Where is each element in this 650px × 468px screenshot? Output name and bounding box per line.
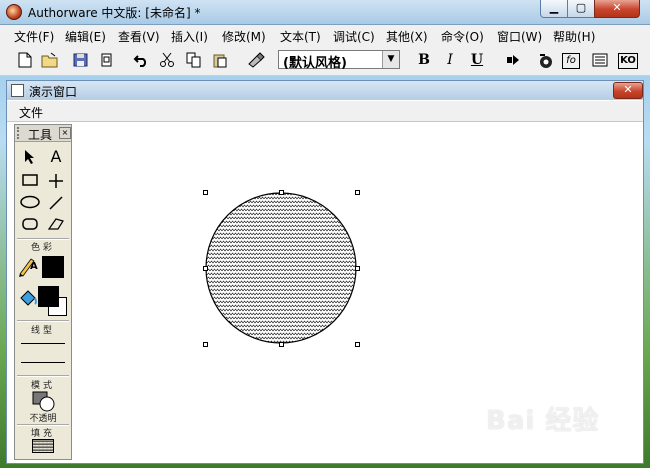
- chevron-down-icon[interactable]: ▼: [382, 51, 399, 68]
- fill-pattern-swatch[interactable]: [32, 439, 54, 453]
- presentation-title-bar: 演示窗口 ✕: [7, 81, 643, 100]
- polygon-tool[interactable]: [44, 215, 68, 235]
- find-icon[interactable]: [246, 50, 266, 70]
- window-title: Authorware 中文版: [未命名] *: [28, 6, 201, 20]
- undo-icon[interactable]: [131, 50, 151, 70]
- save-all-icon[interactable]: [71, 50, 91, 70]
- menu-bar: 文件(F) 编辑(E) 查看(V) 插入(I) 修改(M) 文本(T) 调试(C…: [0, 25, 650, 45]
- presentation-menu-file[interactable]: 文件: [19, 104, 43, 121]
- tools-palette: 工具 × A 色彩 A 线型 模式 不透明 填充: [14, 124, 72, 460]
- presentation-window-icon: [11, 84, 24, 97]
- divider: [17, 375, 69, 377]
- text-color-label: A: [30, 261, 38, 272]
- presentation-title: 演示窗口: [29, 85, 78, 99]
- watermark-logo: Bai 经验: [486, 406, 600, 436]
- text-style-dropdown[interactable]: (默认风格) ▼: [278, 50, 400, 71]
- variables-icon[interactable]: [590, 50, 610, 70]
- menu-other[interactable]: 其他(X): [386, 28, 428, 45]
- new-file-icon[interactable]: [15, 50, 35, 70]
- fill-bucket-icon[interactable]: [16, 286, 40, 306]
- line-section-label: 线型: [30, 326, 55, 336]
- diagonal-line-tool[interactable]: [44, 193, 68, 213]
- pointer-tool[interactable]: [18, 147, 42, 167]
- resize-handle-bottom-left[interactable]: [203, 342, 208, 347]
- text-tool[interactable]: A: [44, 147, 68, 167]
- resize-handle-top-right[interactable]: [355, 190, 360, 195]
- tools-title: 工具: [28, 128, 53, 142]
- underline-button[interactable]: U: [467, 50, 487, 70]
- ellipse-tool[interactable]: [18, 193, 42, 213]
- import-icon[interactable]: [97, 50, 117, 70]
- tools-header[interactable]: 工具 ×: [15, 125, 71, 142]
- rounded-rectangle-tool[interactable]: [18, 215, 42, 235]
- menu-view[interactable]: 查看(V): [118, 28, 160, 45]
- cut-icon[interactable]: [157, 50, 177, 70]
- fill-section-label: 填充: [30, 429, 55, 439]
- title-bar: Authorware 中文版: [未命名] * ▁ ▢ ✕: [0, 0, 650, 25]
- line-style-thin-2[interactable]: [21, 362, 65, 363]
- minimize-button[interactable]: ▁: [540, 0, 568, 18]
- menu-debug[interactable]: 调试(C): [333, 28, 375, 45]
- copy-icon[interactable]: [184, 50, 204, 70]
- mode-value: 不透明: [29, 414, 57, 424]
- bold-button[interactable]: B: [414, 50, 434, 70]
- resize-handle-left[interactable]: [203, 266, 208, 271]
- rectangle-tool[interactable]: [18, 171, 42, 191]
- watermark: Bai 经验 jingyan.baidu.com: [486, 400, 636, 460]
- watermark-url: jingyan.baidu.com: [504, 438, 597, 449]
- tools-close-icon[interactable]: ×: [59, 127, 71, 139]
- menu-commands[interactable]: 命令(O): [441, 28, 484, 45]
- control-panel-icon[interactable]: [536, 50, 556, 70]
- presentation-menu-bar: 文件: [7, 101, 643, 122]
- resize-handle-top-left[interactable]: [203, 190, 208, 195]
- paste-icon[interactable]: [210, 50, 230, 70]
- opaque-mode-icon[interactable]: [31, 389, 57, 412]
- authorware-app-icon[interactable]: [6, 4, 22, 20]
- fill-foreground-swatch[interactable]: [38, 286, 59, 307]
- open-file-icon[interactable]: [40, 50, 60, 70]
- menu-modify[interactable]: 修改(M): [222, 28, 266, 45]
- resize-handle-right[interactable]: [355, 266, 360, 271]
- resize-handle-top[interactable]: [279, 190, 284, 195]
- resize-handle-bottom-right[interactable]: [355, 342, 360, 347]
- presentation-close-button[interactable]: ✕: [613, 82, 643, 99]
- maximize-button[interactable]: ▢: [567, 0, 595, 18]
- menu-edit[interactable]: 编辑(E): [65, 28, 106, 45]
- close-button[interactable]: ✕: [594, 0, 640, 18]
- menu-insert[interactable]: 插入(I): [171, 28, 208, 45]
- menu-file[interactable]: 文件(F): [14, 28, 54, 45]
- resize-handle-bottom[interactable]: [279, 342, 284, 347]
- functions-button[interactable]: fo: [562, 53, 580, 69]
- run-icon[interactable]: [503, 50, 523, 70]
- knowledge-objects-button[interactable]: KO: [618, 53, 638, 69]
- italic-button[interactable]: I: [440, 50, 460, 70]
- straight-line-tool[interactable]: [44, 171, 68, 191]
- menu-text[interactable]: 文本(T): [280, 28, 321, 45]
- patterned-circle[interactable]: [205, 192, 357, 344]
- menu-window[interactable]: 窗口(W): [497, 28, 542, 45]
- stroke-color-swatch[interactable]: [42, 256, 64, 278]
- color-section-label: 色彩: [30, 243, 55, 253]
- text-style-value: (默认风格): [283, 56, 347, 71]
- drag-handle-icon[interactable]: [17, 127, 23, 139]
- menu-help[interactable]: 帮助(H): [553, 28, 595, 45]
- toolbar: (默认风格) ▼ B I U fo KO: [0, 45, 650, 76]
- line-style-thin[interactable]: [21, 343, 65, 344]
- divider: [17, 320, 69, 322]
